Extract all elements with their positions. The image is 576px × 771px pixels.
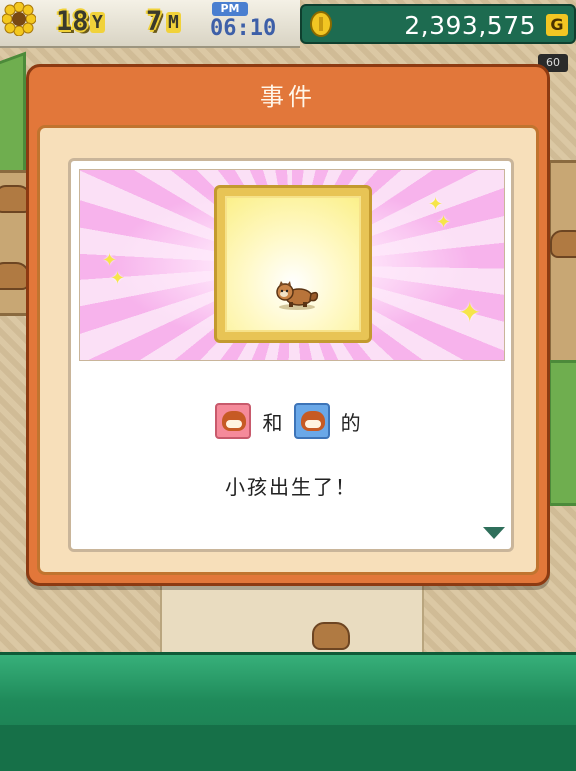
message-line-2: 小孩出生了！ <box>225 475 357 499</box>
pm-badge: PM <box>212 2 248 16</box>
event-panel[interactable]: ✦ ✦ ✦ ✦ ✦ 和 的 小孩出生了！ <box>68 158 514 552</box>
money-amount: 2,393,575 <box>404 11 536 40</box>
animal-pen-right <box>548 160 576 366</box>
money-panel: 2,393,575 G <box>300 4 576 44</box>
animal-sprite <box>312 622 350 650</box>
date-time-panel: 18 Y 7 M PM 06:10 <box>0 0 300 48</box>
red-panda-male-icon <box>293 403 330 439</box>
sparkle-icon: ✦ <box>436 212 452 233</box>
down-triangle-icon[interactable] <box>483 527 505 539</box>
months-value: 7 <box>146 6 163 37</box>
building-foundation <box>160 580 424 654</box>
currency-badge: G <box>546 14 568 36</box>
celebration-banner: ✦ ✦ ✦ ✦ ✦ <box>79 169 505 361</box>
bottom-menu-bar <box>0 652 576 771</box>
grass-path <box>548 360 576 506</box>
message-and: 和 <box>262 410 283 435</box>
sparkle-icon: ✦ <box>110 268 126 289</box>
message-of: 的 <box>340 410 361 435</box>
baby-portrait-background <box>225 196 361 332</box>
animal-sprite <box>550 230 576 258</box>
event-dialog[interactable]: 事件 ✦ ✦ ✦ ✦ ✦ 和 的 小孩出生了！ <box>26 64 550 586</box>
red-panda-baby-icon <box>276 281 319 310</box>
clock-display: PM 06:10 <box>206 2 294 42</box>
months-unit: M <box>166 12 181 33</box>
dialog-title: 事件 <box>260 83 316 111</box>
red-panda-female-icon <box>215 403 252 439</box>
baby-portrait-frame <box>214 185 372 343</box>
years-value: 18 <box>56 6 89 37</box>
sunflower-icon <box>2 2 36 36</box>
dialog-body: ✦ ✦ ✦ ✦ ✦ 和 的 小孩出生了！ <box>37 125 539 575</box>
clock-time: 06:10 <box>210 16 277 41</box>
top-hud: 18 Y 7 M PM 06:10 2,393,575 G <box>0 0 576 48</box>
gold-coin-icon <box>310 11 332 37</box>
message-line-1: 和 的 <box>71 403 511 443</box>
sparkle-icon: ✦ <box>458 296 482 329</box>
years-unit: Y <box>90 12 105 33</box>
